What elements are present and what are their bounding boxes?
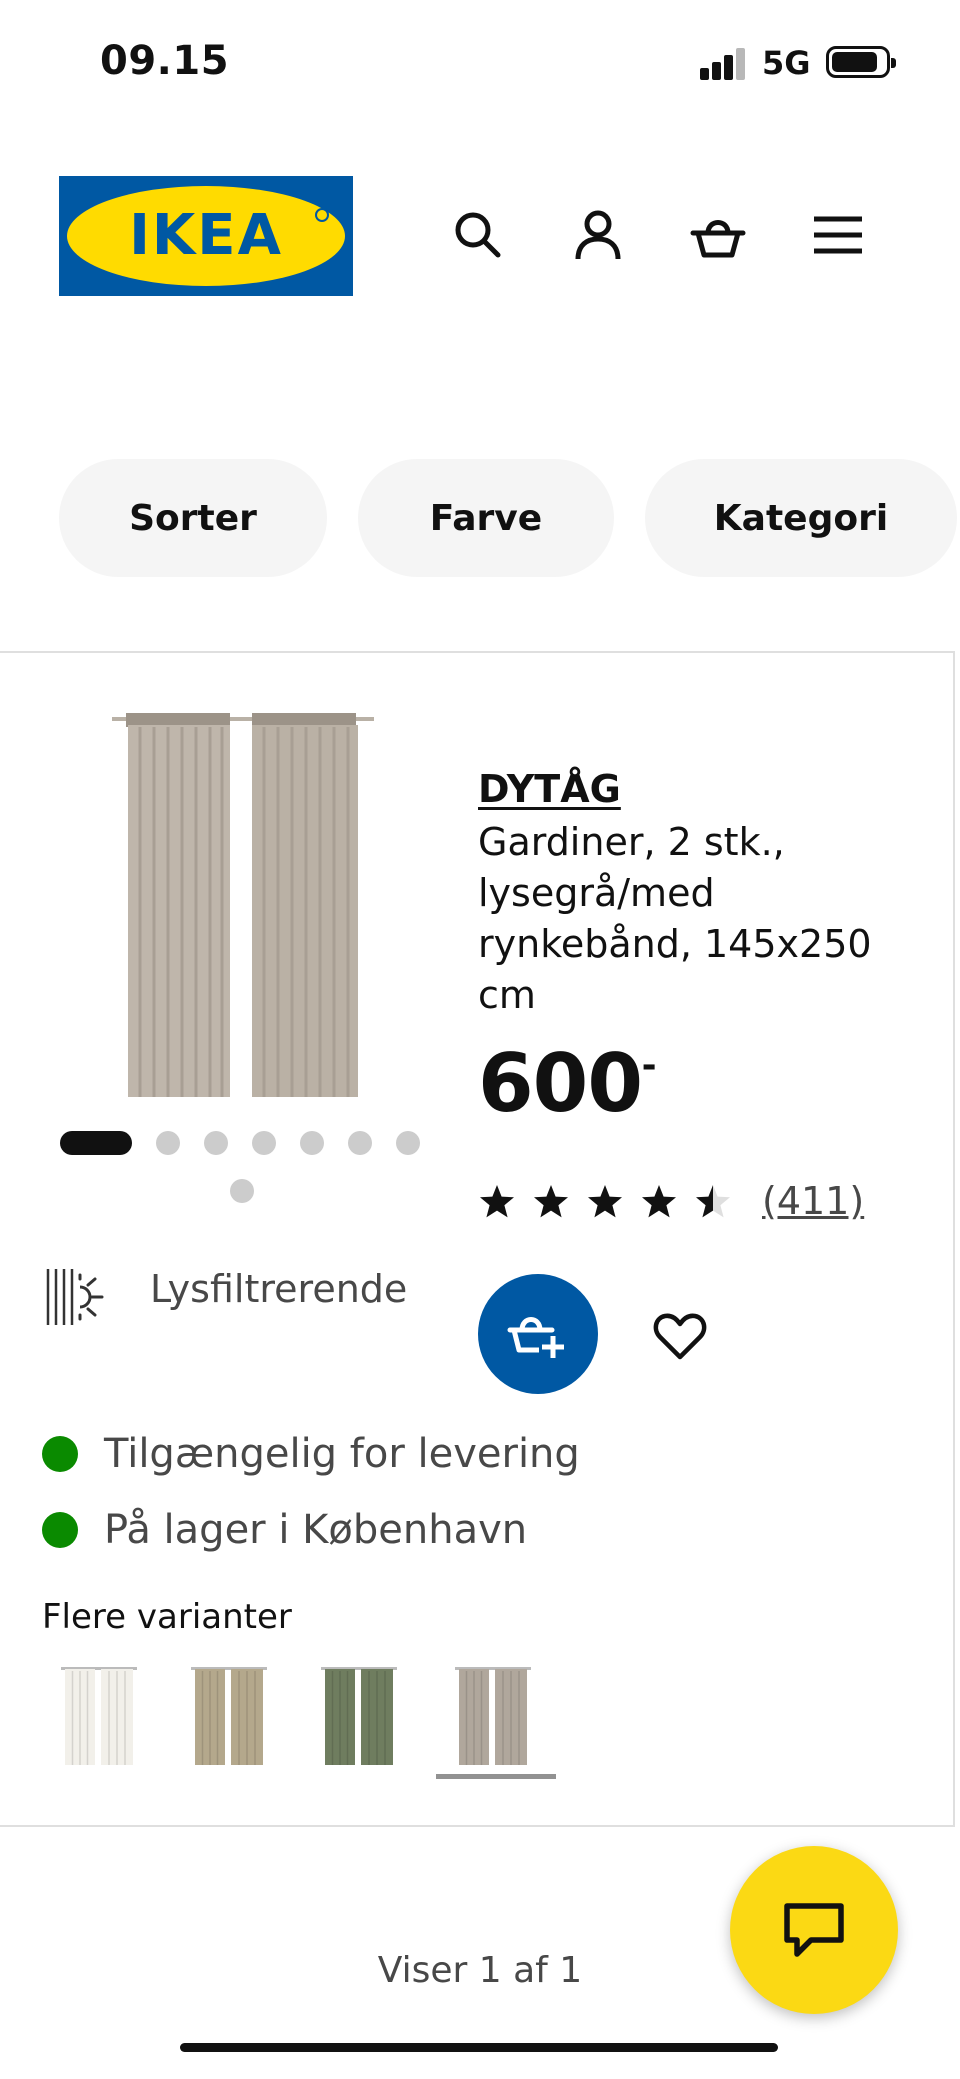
filter-sort-button[interactable]: Sorter [59, 459, 327, 577]
cart-icon[interactable] [686, 200, 750, 270]
menu-icon[interactable] [806, 200, 870, 270]
product-description: Gardiner, 2 stk., lysegrå/med rynkebånd,… [478, 820, 872, 1017]
account-icon[interactable] [566, 200, 630, 270]
signal-icon [700, 46, 748, 80]
variant-thumbnail[interactable] [436, 1661, 556, 1779]
heart-icon [653, 1313, 707, 1360]
add-to-cart-button[interactable] [478, 1274, 598, 1394]
product-name[interactable]: DYTÅG [478, 767, 621, 811]
carousel-dot[interactable] [300, 1131, 324, 1155]
variant-thumbnail[interactable] [302, 1661, 422, 1773]
logo-wordmark: IKEA [129, 203, 283, 268]
product-price: 600 [478, 1037, 643, 1130]
availability-store: På lager i København [42, 1507, 527, 1553]
curtain-image [191, 1667, 267, 1765]
product-card[interactable]: Lysfiltrerende DYTÅG Gardiner, 2 stk., l… [0, 651, 955, 1827]
search-icon[interactable] [446, 200, 510, 270]
star-icon [642, 1185, 676, 1218]
star-icon [480, 1185, 514, 1218]
status-dot-icon [42, 1512, 78, 1548]
light-filtering-label: Lysfiltrerende [150, 1267, 408, 1311]
battery-icon [826, 46, 896, 78]
favorite-button[interactable] [648, 1304, 712, 1368]
light-filtering-icon [46, 1269, 104, 1325]
filter-category-button[interactable]: Kategori [645, 459, 957, 577]
carousel-dot[interactable] [348, 1131, 372, 1155]
curtain-image [321, 1667, 397, 1765]
filter-color-button[interactable]: Farve [358, 459, 614, 577]
star-icon [588, 1185, 622, 1218]
curtain-image [61, 1667, 137, 1765]
review-count[interactable]: (411) [762, 1179, 864, 1223]
carousel-dot[interactable] [396, 1131, 420, 1155]
carousel-dot[interactable] [204, 1131, 228, 1155]
star-icon [534, 1185, 568, 1218]
availability-store-text: På lager i København [104, 1507, 528, 1553]
variant-thumbnail[interactable] [42, 1661, 162, 1773]
chat-button[interactable] [730, 1846, 898, 2014]
network-label: 5G [762, 44, 811, 82]
carousel-dot[interactable] [230, 1179, 254, 1203]
star-icon [696, 1185, 730, 1218]
availability-delivery-text: Tilgængelig for levering [104, 1431, 580, 1477]
carousel-dot[interactable] [252, 1131, 276, 1155]
ikea-logo[interactable]: IKEA [59, 176, 353, 296]
carousel-dot[interactable] [60, 1131, 132, 1155]
variants-title: Flere varianter [42, 1597, 292, 1637]
product-image[interactable] [110, 707, 430, 1107]
status-time: 09.15 [100, 38, 230, 84]
curtain-image [455, 1667, 531, 1765]
review-count-link[interactable]: (411) [762, 1179, 864, 1223]
status-dot-icon [42, 1436, 78, 1472]
chat-icon [784, 1903, 844, 1957]
carousel-dot[interactable] [156, 1131, 180, 1155]
variant-thumbnail[interactable] [172, 1661, 292, 1773]
price-suffix: .- [628, 1045, 657, 1086]
availability-delivery: Tilgængelig for levering [42, 1431, 580, 1477]
home-indicator[interactable] [180, 2043, 778, 2052]
add-to-cart-icon [507, 1317, 564, 1358]
